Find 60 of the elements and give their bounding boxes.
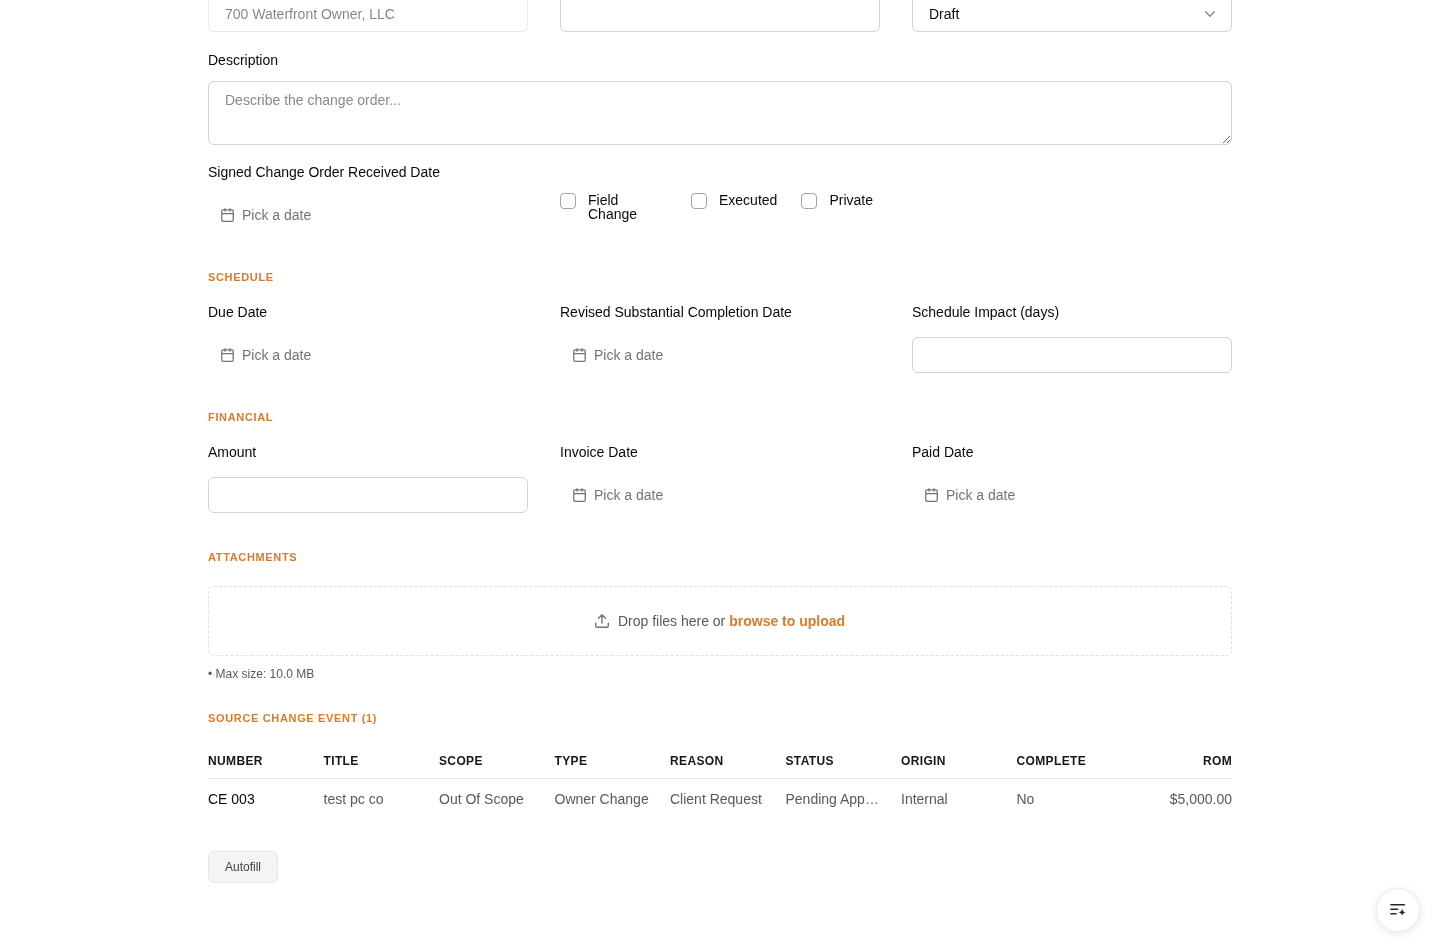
text-input[interactable] [912,337,1232,373]
field-label: Amount [208,443,258,462]
text-input[interactable] [208,477,528,513]
field-label: Schedule Impact (days) [912,303,1061,322]
checkbox-label: Private [829,193,873,207]
file-size-note: • Max size: 10.0 MB [208,666,315,682]
table-cell: Out Of Scope [439,791,524,807]
section-heading: ATTACHMENTS [208,550,299,565]
table-cell: $5,000.00 [1169,791,1232,807]
date-picker-button[interactable]: Pick a date [912,477,1028,513]
column-header: TITLE [323,754,359,768]
date-picker-button[interactable]: Pick a date [208,197,324,233]
drop-zone[interactable]: Drop files here or browse to upload [208,586,1232,656]
calendar-icon [925,488,938,502]
lines-sparkle-icon [1390,904,1406,916]
table-cell: Pending App… [785,791,879,807]
field-label: Invoice Date [560,443,639,462]
table-cell: Internal [901,791,948,807]
column-header: TYPE [554,754,588,768]
floating-action-button[interactable] [1376,888,1420,932]
field-label: Revised Substantial Completion Date [560,303,793,322]
table-cell: CE 003 [208,791,255,807]
upload-icon [594,614,609,628]
calendar-icon [573,348,586,362]
description-textarea[interactable]: Describe the change order... [208,81,1232,145]
column-header: NUMBER [208,754,263,768]
checkbox-label: Executed [719,193,778,207]
table-cell: No [1016,791,1035,807]
column-header: SCOPE [439,754,483,768]
column-header: ORIGIN [901,754,946,768]
column-header: COMPLETE [1016,754,1087,768]
date-picker-button[interactable]: Pick a date [560,477,676,513]
table-cell: Owner Change [554,791,649,807]
drop-instructions: Drop files here or browse to upload [617,613,846,629]
column-header: ROM [1202,754,1232,768]
date-picker-button[interactable]: Pick a date [560,337,676,373]
field-label: Description [208,51,280,70]
section-heading: FINANCIAL [208,410,275,425]
table-cell: test pc co [323,791,384,807]
calendar-icon [573,488,586,502]
column-header: STATUS [785,754,834,768]
text-input[interactable] [560,0,880,32]
field-label: Signed Change Order Received Date [208,163,441,182]
calendar-icon [221,348,234,362]
section-heading: SOURCE CHANGE EVENT (1) [208,711,379,726]
section-heading: SCHEDULE [208,270,275,285]
chevron-down-icon [1205,11,1215,17]
date-picker-button[interactable]: Pick a date [208,337,324,373]
column-header: REASON [670,754,724,768]
field-label: Paid Date [912,443,975,462]
autofill-button[interactable]: Autofill [208,851,279,883]
checkbox-label: Field Change [588,193,639,221]
checkbox[interactable] [691,193,707,209]
table-cell: Client Request [670,791,762,807]
browse-link[interactable]: browse to upload [729,613,846,629]
dropdown-field[interactable]: Draft [912,0,1232,32]
checkbox[interactable] [560,193,576,209]
calendar-icon [221,208,234,222]
checkbox[interactable] [801,193,818,209]
field-label: Due Date [208,303,269,322]
